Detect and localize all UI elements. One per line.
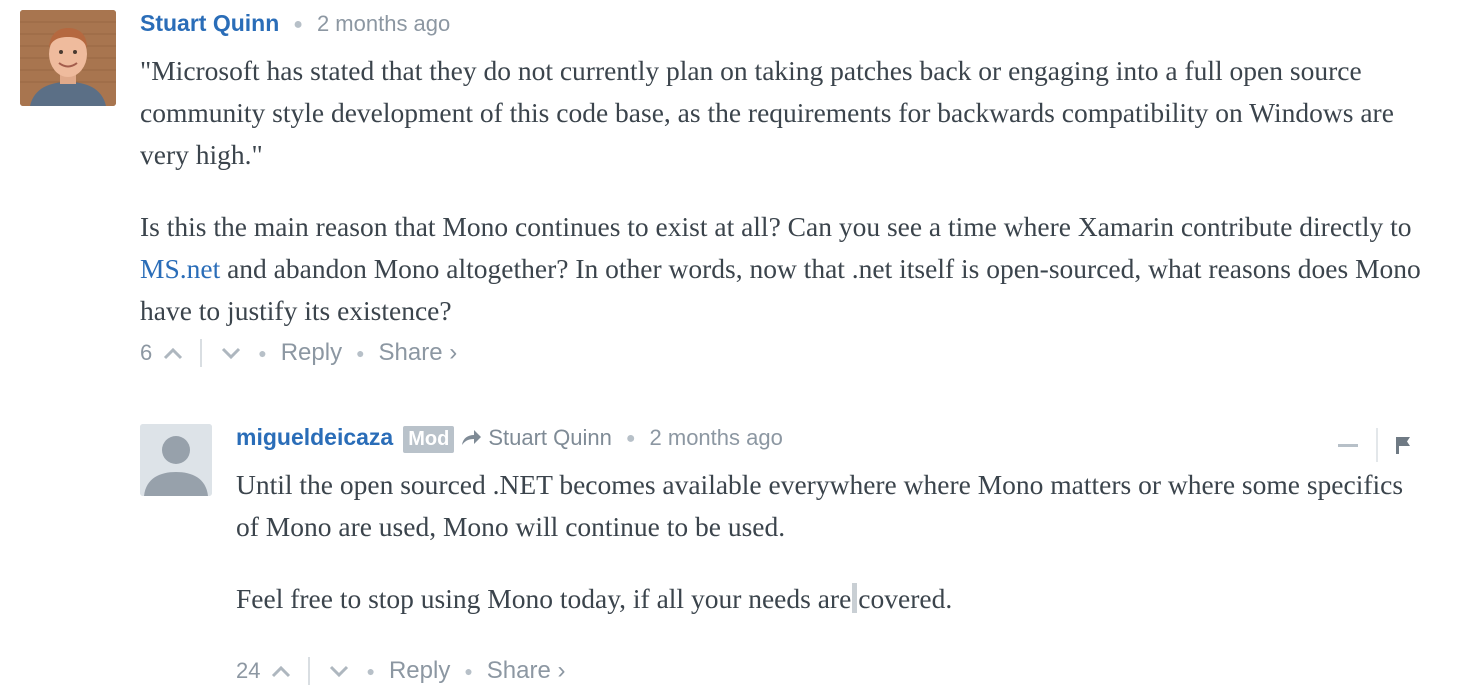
separator-dot: ● bbox=[293, 16, 303, 33]
text-segment: Is this the main reason that Mono contin… bbox=[140, 211, 1412, 242]
separator-dot: ● bbox=[625, 430, 636, 447]
flag-button[interactable] bbox=[1392, 432, 1414, 458]
comment-body: "Microsoft has stated that they do not c… bbox=[140, 50, 1430, 332]
comment-paragraph: Until the open sourced .NET becomes avai… bbox=[236, 469, 1404, 542]
comment-footer: 6 ● Reply ● Share › bbox=[140, 339, 457, 367]
comment-timestamp[interactable]: 2 months ago bbox=[650, 425, 783, 451]
avatar[interactable] bbox=[20, 10, 116, 106]
comment-footer: 24 ● Reply ● Share › bbox=[236, 657, 565, 685]
text-segment: Feel free to stop using Mono today, if a… bbox=[236, 583, 852, 614]
comment-author[interactable]: migueldeicaza bbox=[236, 424, 393, 451]
vote-count: 24 bbox=[236, 658, 261, 683]
comment-paragraph: Feel free to stop using Mono today, if a… bbox=[236, 578, 1416, 620]
chevron-up-icon bbox=[272, 665, 291, 678]
vote-count: 6 bbox=[140, 340, 153, 365]
comment-paragraph: "Microsoft has stated that they do not c… bbox=[140, 55, 1394, 170]
separator-dot: ● bbox=[464, 663, 473, 679]
text-segment: covered. bbox=[858, 583, 953, 614]
collapse-button[interactable] bbox=[1336, 432, 1360, 458]
vote-divider bbox=[200, 339, 203, 367]
chevron-up-icon bbox=[164, 347, 183, 360]
mod-badge: Mod bbox=[403, 426, 455, 453]
downvote-button[interactable] bbox=[218, 340, 244, 366]
comment-author[interactable]: Stuart Quinn bbox=[140, 10, 279, 37]
separator-dot: ● bbox=[366, 663, 375, 679]
text-segment: and abandon Mono altogether? In other wo… bbox=[140, 253, 1421, 326]
avatar[interactable] bbox=[140, 424, 212, 496]
vote-divider bbox=[308, 657, 311, 685]
text-cursor bbox=[852, 583, 858, 613]
comment-paragraph: Is this the main reason that Mono contin… bbox=[140, 206, 1430, 332]
reply-to-link[interactable]: Stuart Quinn bbox=[460, 425, 612, 451]
share-button[interactable]: Share › bbox=[487, 657, 566, 685]
comment-controls bbox=[1336, 428, 1414, 462]
reply-button[interactable]: Reply bbox=[389, 657, 450, 685]
separator-dot: ● bbox=[258, 345, 267, 361]
reply-button[interactable]: Reply bbox=[281, 339, 342, 367]
share-button[interactable]: Share › bbox=[379, 339, 458, 367]
ms-net-link[interactable]: MS.net bbox=[140, 253, 220, 284]
downvote-button[interactable] bbox=[326, 658, 352, 684]
upvote-button[interactable] bbox=[268, 658, 294, 684]
upvote-button[interactable] bbox=[160, 340, 186, 366]
flag-icon bbox=[1396, 437, 1410, 454]
minus-icon bbox=[1338, 443, 1358, 447]
reply-arrow-icon bbox=[462, 430, 482, 445]
chevron-down-icon bbox=[222, 347, 241, 360]
default-avatar-icon bbox=[140, 424, 212, 496]
separator-dot: ● bbox=[356, 345, 365, 361]
user-photo-icon bbox=[20, 10, 116, 106]
reply-to-name: Stuart Quinn bbox=[488, 425, 612, 450]
comment-body: Until the open sourced .NET becomes avai… bbox=[236, 464, 1416, 620]
chevron-down-icon bbox=[330, 665, 349, 678]
comment-timestamp[interactable]: 2 months ago bbox=[317, 11, 450, 37]
controls-divider bbox=[1376, 428, 1378, 462]
